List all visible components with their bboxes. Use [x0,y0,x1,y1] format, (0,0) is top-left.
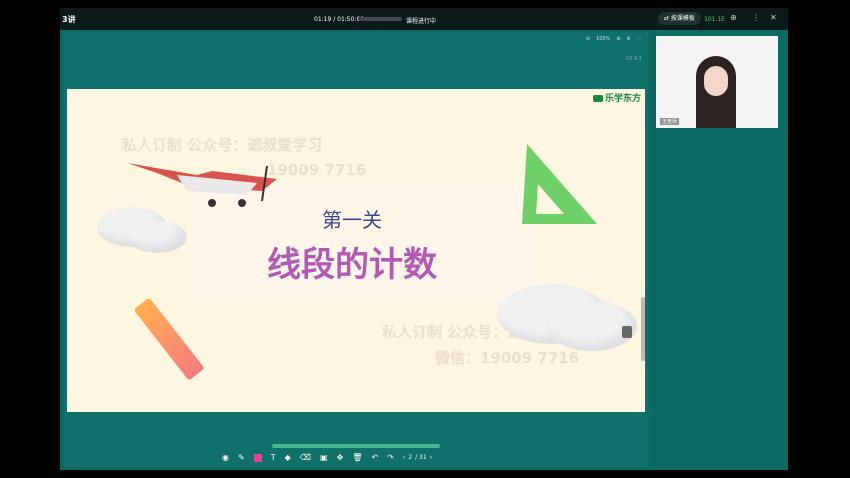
slide-title: 线段的计数 [267,245,437,285]
zoom-out-icon[interactable]: ⊖ [586,36,590,42]
close-icon[interactable]: ✕ [770,13,777,22]
drawing-toolbar: ◉ ✎ T ◆ ⌫ ▣ ✥ 🗑 ↶ ↷ ‹ 2 / 31 › [64,442,648,467]
shape-icon[interactable]: ◆ [285,453,291,462]
more-icon[interactable]: ⋮ [752,13,760,22]
playback-progress[interactable] [358,17,402,21]
airplane-illustration [127,163,277,207]
text-icon[interactable]: T [271,453,276,462]
teacher-face [704,66,728,96]
redo-icon[interactable]: ↷ [387,453,394,462]
settings-icon[interactable]: ⚙ [627,36,631,42]
slide-canvas: 乐学东方 私人订制 公众号：迦叔爱学习 19009 7716 私人订制 公众号：… [67,89,645,412]
move-icon[interactable]: ✥ [337,453,344,462]
slide-subtitle: 第一关 [322,208,382,232]
zoom-level: 100% [596,36,611,42]
side-panel-button[interactable] [622,326,632,338]
slide-toolbar: ⊖ 100% ⊕ ⚙ ⋯ [586,36,642,42]
current-page[interactable]: 2 [408,454,412,461]
zoom-icon[interactable]: ⊕ [730,13,737,22]
playback-time: 01:19 / 01:50:00 [314,16,365,23]
lesson-label: 3讲 [62,15,76,24]
color-swatch[interactable] [253,453,262,462]
screenshot-icon[interactable]: ▣ [320,453,328,462]
side-scroll-handle[interactable] [641,297,645,361]
cloud-illustration [127,221,187,253]
undo-icon[interactable]: ↶ [371,453,378,462]
title-bar: 3讲 01:19 / 01:50:00 课程进行中 ⇄ 按课模板 101.1E … [60,8,788,30]
horizontal-scrollbar[interactable] [272,444,440,448]
network-speed: 101.1E [704,16,725,23]
eraser-icon[interactable]: ⌫ [300,453,311,462]
total-pages: / 31 [415,454,427,461]
teacher-name: 王老师 [660,118,680,125]
app-window: 3讲 01:19 / 01:50:00 课程进行中 ⇄ 按课模板 101.1E … [60,8,788,470]
courseware-area: ⊖ 100% ⊕ ⚙ ⋯ V2.4.1 乐学东方 私人订制 公众号：迦叔爱学习 … [64,32,648,467]
ruler-illustration [133,297,205,381]
video-pane: 王老师 [652,32,784,467]
brand-logo: 乐学东方 [592,91,641,104]
teacher-video[interactable]: 王老师 [656,36,778,128]
more-options-icon[interactable]: ⋯ [637,36,642,42]
class-status: 课程进行中 [406,18,437,25]
prev-page-icon[interactable]: ‹ [403,454,405,461]
delete-icon[interactable]: 🗑 [352,453,362,462]
page-navigator: ‹ 2 / 31 › [403,454,432,461]
watermark: 微信：19009 7716 [435,349,580,367]
triangle-ruler-illustration [522,144,597,224]
version-label: V2.4.1 [625,56,642,62]
next-page-icon[interactable]: › [430,454,432,461]
switch-template-button[interactable]: ⇄ 按课模板 [658,12,701,25]
laser-pointer-icon[interactable]: ◉ [222,453,229,462]
zoom-in-icon[interactable]: ⊕ [616,36,620,42]
pen-icon[interactable]: ✎ [238,453,245,462]
